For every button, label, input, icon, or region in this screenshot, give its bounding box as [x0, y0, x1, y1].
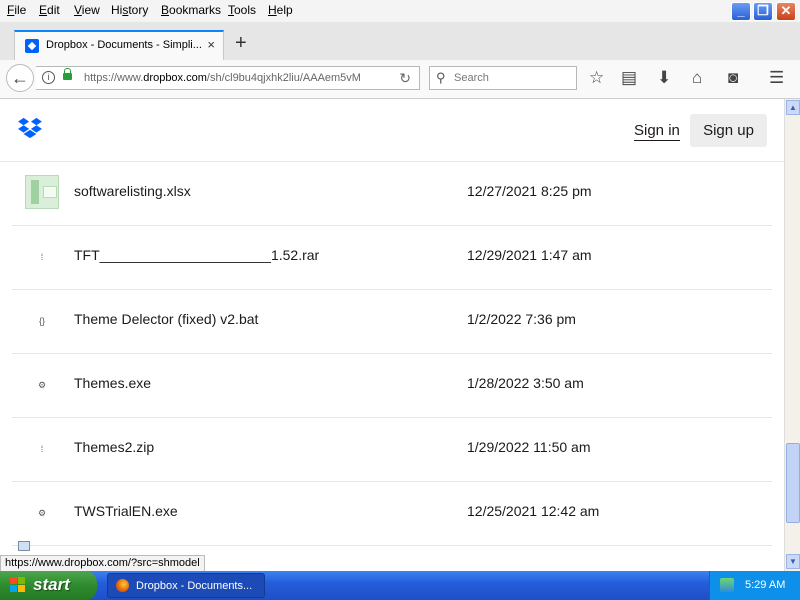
spreadsheet-thumbnail-icon: [25, 175, 59, 209]
file-name[interactable]: TFT______________________1.52.rar: [74, 247, 319, 263]
menu-tools[interactable]: Tools: [228, 3, 256, 17]
file-row[interactable]: ⁞ Themes2.zip 1/29/2022 11:50 am: [12, 417, 772, 482]
tab-close-icon[interactable]: ×: [207, 37, 215, 52]
new-tab-button[interactable]: +: [235, 32, 247, 55]
tab-strip: Dropbox - Documents - Simpli... × +: [0, 22, 800, 61]
minimize-button[interactable]: _: [731, 2, 751, 21]
search-icon: ⚲: [436, 70, 446, 85]
file-row[interactable]: {} Theme Delector (fixed) v2.bat 1/2/202…: [12, 289, 772, 354]
info-icon[interactable]: i: [42, 71, 55, 84]
menu-bar: File Edit View History Bookmarks Tools H…: [0, 0, 800, 22]
gear-icon: ⚙: [37, 508, 47, 518]
lock-icon[interactable]: [63, 68, 72, 80]
system-tray: 5:29 AM: [709, 571, 800, 600]
bookmark-star-icon[interactable]: ☆: [589, 68, 604, 88]
file-row[interactable]: ⚙ TWSTrialEN.exe 12/25/2021 12:42 am: [12, 481, 772, 546]
menu-file[interactable]: File: [7, 3, 26, 17]
tab-dropbox[interactable]: Dropbox - Documents - Simpli... ×: [14, 30, 224, 60]
tab-title: Dropbox - Documents - Simpli...: [46, 39, 202, 51]
address-bar[interactable]: i https://www.dropbox.com/sh/cl9bu4qjxhk…: [36, 66, 420, 90]
gear-icon: ⚙: [37, 380, 47, 390]
status-url-tooltip: https://www.dropbox.com/?src=shmodel: [0, 555, 205, 572]
file-date: 12/25/2021 12:42 am: [467, 503, 600, 519]
file-date: 12/29/2021 1:47 am: [467, 247, 592, 263]
file-name[interactable]: TWSTrialEN.exe: [74, 503, 178, 519]
taskbar: start Dropbox - Documents... 5:29 AM: [0, 571, 800, 600]
file-row[interactable]: ⁞ TFT______________________1.52.rar 12/2…: [12, 225, 772, 290]
file-date: 12/27/2021 8:25 pm: [467, 183, 592, 199]
vertical-scrollbar[interactable]: ▲ ▼: [784, 99, 800, 571]
sign-up-button[interactable]: Sign up: [690, 114, 767, 147]
reload-icon[interactable]: ↻: [399, 70, 411, 87]
close-window-button[interactable]: ✕: [776, 2, 796, 21]
file-name[interactable]: Theme Delector (fixed) v2.bat: [74, 311, 258, 327]
dropbox-favicon-icon: [25, 39, 39, 53]
menu-edit[interactable]: Edit: [39, 3, 60, 17]
downloads-icon[interactable]: ⬇: [657, 68, 671, 88]
start-button[interactable]: start: [0, 571, 97, 600]
search-placeholder: Search: [454, 72, 489, 84]
search-input[interactable]: ⚲ Search: [429, 66, 577, 90]
file-name[interactable]: Themes.exe: [74, 375, 151, 391]
dropbox-logo-icon[interactable]: [16, 117, 44, 139]
page-content: Sign in Sign up softwarelisting.xlsx 12/…: [0, 99, 784, 551]
scroll-down-arrow-icon[interactable]: ▼: [786, 554, 800, 569]
taskbar-item-firefox[interactable]: Dropbox - Documents...: [107, 573, 265, 598]
file-name[interactable]: softwarelisting.xlsx: [74, 183, 191, 199]
windows-flag-icon: [10, 577, 25, 592]
zip-icon: ⁞: [40, 444, 44, 454]
taskbar-item-label: Dropbox - Documents...: [136, 580, 253, 592]
file-date: 1/2/2022 7:36 pm: [467, 311, 576, 327]
sign-in-link[interactable]: Sign in: [634, 122, 680, 141]
file-row[interactable]: softwarelisting.xlsx 12/27/2021 8:25 pm: [12, 161, 772, 226]
back-button[interactable]: ←: [6, 64, 34, 92]
firefox-icon: [116, 579, 129, 592]
restore-button[interactable]: ❐: [753, 2, 773, 21]
book-icon: [18, 541, 30, 551]
home-icon[interactable]: ⌂: [692, 68, 702, 88]
url-text[interactable]: https://www.dropbox.com/sh/cl9bu4qjxhk2l…: [84, 72, 364, 84]
navigation-toolbar: ← i https://www.dropbox.com/sh/cl9bu4qjx…: [0, 60, 800, 99]
library-icon[interactable]: ▤: [621, 68, 637, 88]
menu-history[interactable]: History: [111, 3, 148, 17]
menu-view[interactable]: View: [74, 3, 100, 17]
tray-network-icon[interactable]: [720, 578, 734, 592]
menu-hamburger-icon[interactable]: ☰: [769, 68, 784, 88]
file-date: 1/28/2022 3:50 am: [467, 375, 584, 391]
menu-bookmarks[interactable]: Bookmarks: [161, 3, 221, 17]
file-name[interactable]: Themes2.zip: [74, 439, 154, 455]
file-date: 1/29/2022 11:50 am: [467, 439, 591, 455]
pocket-icon[interactable]: ◙: [728, 68, 738, 88]
zip-icon: ⁞: [40, 252, 44, 262]
scroll-up-arrow-icon[interactable]: ▲: [786, 100, 800, 115]
file-row[interactable]: ⚙ Themes.exe 1/28/2022 3:50 am: [12, 353, 772, 418]
menu-help[interactable]: Help: [268, 3, 293, 17]
start-label: start: [33, 575, 70, 594]
clock[interactable]: 5:29 AM: [745, 579, 785, 591]
scrollbar-thumb[interactable]: [786, 443, 800, 523]
code-icon: {}: [38, 316, 45, 326]
